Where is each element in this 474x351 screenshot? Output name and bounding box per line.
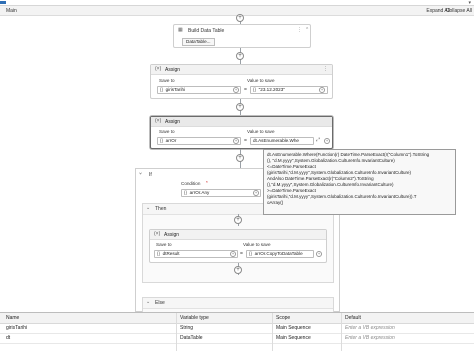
variable-type[interactable]: DataTable [180, 335, 203, 341]
save-to-label: Save to [159, 129, 175, 134]
variable-name[interactable]: girisTarihi [6, 325, 27, 331]
save-to-field[interactable]: {} arrOr [157, 137, 241, 145]
else-branch[interactable]: ⌄ Else [142, 297, 334, 313]
collapse-icon[interactable]: ⌃ [305, 27, 309, 33]
column-header-default[interactable]: Default [345, 315, 361, 321]
variable-type[interactable]: String [180, 325, 193, 331]
table-icon: ▦ [178, 27, 183, 33]
value-to-save-label: Value to save [247, 129, 275, 134]
then-branch[interactable]: ⌄ Then + (×) Assign Save to Value to sav… [142, 203, 334, 283]
variables-panel: Name Variable type Scope Default girisTa… [0, 312, 474, 351]
expression-icon: {} [160, 138, 164, 143]
expression-icon: {} [160, 87, 164, 92]
add-icon[interactable]: + [233, 87, 239, 93]
add-activity-icon[interactable]: + [236, 14, 244, 22]
add-icon[interactable]: + [253, 190, 259, 196]
add-activity-icon[interactable]: + [234, 216, 242, 224]
add-activity-icon[interactable]: + [234, 266, 242, 274]
column-divider [176, 313, 177, 351]
assign-icon: (×) [154, 231, 161, 237]
activity-title: Assign [165, 119, 181, 125]
expression-icon: {} [249, 251, 253, 256]
accent-marker [0, 1, 6, 4]
breadcrumb[interactable]: Main [6, 8, 17, 14]
add-icon[interactable]: + [316, 251, 322, 257]
activity-title: If [149, 172, 152, 178]
designer-canvas[interactable]: + ▦ Build Data Table ⋮ ⌃ DataTable... + … [0, 14, 474, 313]
variable-scope[interactable]: Main Sequence [276, 335, 311, 341]
activity-header: (×) Assign [151, 117, 332, 127]
activity-title: Assign [164, 232, 180, 238]
condition-field[interactable]: {} arrOr.Any [181, 189, 261, 197]
add-icon[interactable]: + [319, 87, 325, 93]
expression-icon: {} [157, 251, 161, 256]
assign-icon: (×) [155, 66, 162, 72]
column-header-scope[interactable]: Scope [276, 315, 290, 321]
value-field[interactable]: dt.AsEnumerable.Whe [250, 137, 314, 145]
datatable-button[interactable]: DataTable... [182, 38, 215, 46]
activity-title: Assign [165, 67, 181, 73]
if-branch-icon: ⑂ [139, 171, 143, 177]
activity-header: (×) Assign ⋮ [151, 65, 332, 75]
save-to-field[interactable]: {} dtResult [154, 250, 238, 258]
expression-icon: {} [253, 87, 257, 92]
assign-activity-1[interactable]: (×) Assign ⋮ Save to Value to save {} gi… [150, 64, 333, 99]
column-header-name[interactable]: Name [6, 315, 19, 321]
add-icon[interactable]: + [324, 138, 330, 144]
collapse-chevron-icon[interactable]: ⌄ [146, 299, 150, 305]
branch-title: Then [155, 206, 167, 212]
value-to-save-label: Value to save [243, 242, 271, 247]
else-header: ⌄ Else [143, 298, 333, 309]
add-activity-icon[interactable]: + [236, 103, 244, 111]
collapse-all-button[interactable]: Collapse All [446, 8, 472, 14]
table-row[interactable]: dt DataTable Main Sequence Enter a VB ex… [0, 333, 474, 344]
equals-icon: = [244, 138, 247, 144]
assign-activity-2[interactable]: (×) Assign Save to Value to save {} arrO… [150, 116, 333, 149]
add-activity-icon[interactable]: + [236, 52, 244, 60]
add-icon[interactable]: + [233, 138, 239, 144]
save-to-field[interactable]: {} girisTarihi [157, 86, 241, 94]
assign-activity-3[interactable]: (×) Assign Save to Value to save {} dtRe… [149, 229, 327, 263]
more-options-icon[interactable]: ⋮ [323, 66, 328, 72]
expand-expression-icon[interactable]: ⤢ [316, 137, 320, 143]
column-header-type[interactable]: Variable type [180, 315, 209, 321]
expression-icon: {} [184, 190, 188, 195]
condition-label: Condition [181, 181, 201, 186]
more-options-icon[interactable]: ⋮ [297, 27, 302, 33]
required-marker: * [206, 180, 208, 185]
collapse-chevron-icon[interactable]: ⌄ [146, 205, 150, 211]
save-to-label: Save to [156, 242, 172, 247]
add-activity-icon[interactable]: + [236, 154, 244, 162]
add-icon[interactable]: + [230, 251, 236, 257]
branch-title: Else [155, 300, 165, 306]
variable-default[interactable]: Enter a VB expression [345, 325, 395, 331]
equals-icon: = [240, 251, 243, 257]
build-data-table-activity[interactable]: ▦ Build Data Table ⋮ ⌃ DataTable... [173, 24, 311, 48]
save-to-label: Save to [159, 78, 175, 83]
activity-title: Build Data Table [188, 28, 225, 34]
assign-icon: (×) [155, 118, 162, 124]
activity-header: (×) Assign [150, 230, 326, 240]
variable-scope[interactable]: Main Sequence [276, 325, 311, 331]
variable-default[interactable]: Enter a VB expression [345, 335, 395, 341]
value-field[interactable]: {} "23.12.2023" [250, 86, 328, 94]
value-to-save-label: Value to save [247, 78, 275, 83]
equals-icon: = [244, 87, 247, 93]
column-divider [341, 313, 342, 351]
value-field[interactable]: {} arrOr.CopyToDataTable [246, 250, 314, 258]
column-divider [272, 313, 273, 351]
variable-name[interactable]: dt [6, 335, 10, 341]
expression-tooltip: dt.AsEnumerable.Where(Function(r) DateTi… [263, 149, 456, 215]
